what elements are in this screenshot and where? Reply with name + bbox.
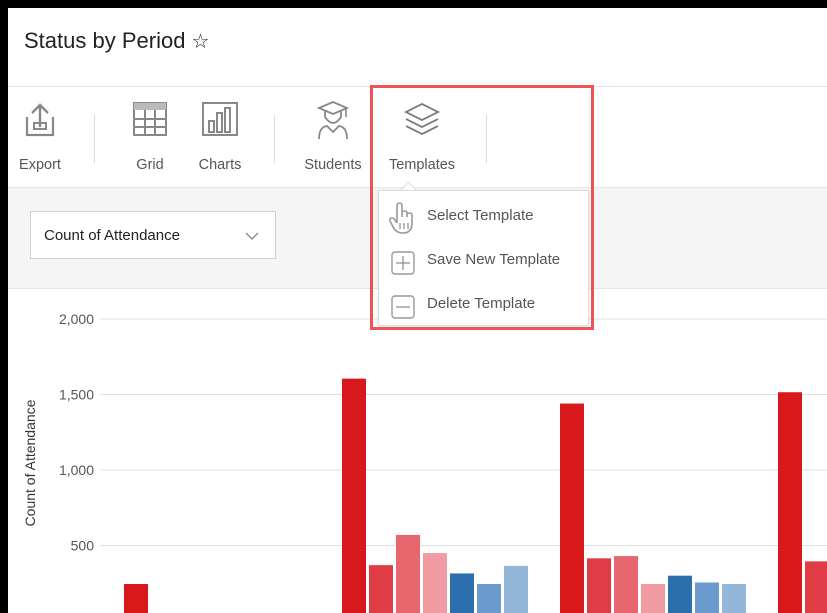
select-template-label: Select Template xyxy=(427,207,534,224)
layers-icon xyxy=(403,102,441,136)
measure-dropdown-value: Count of Attendance xyxy=(44,227,180,244)
chart-area: 2,0001,5001,0005000Count of Attendance xyxy=(8,289,827,613)
delete-template-label: Delete Template xyxy=(427,295,536,312)
grid-label: Grid xyxy=(136,157,164,173)
delete-template-item[interactable]: Delete Template xyxy=(379,283,588,323)
toolbar: Export Grid Charts Students Templates xyxy=(8,87,827,188)
students-label: Students xyxy=(304,157,362,173)
save-new-template-item[interactable]: Save New Template xyxy=(379,239,588,279)
bar-chart-icon xyxy=(202,102,238,136)
chart-bar xyxy=(641,584,665,613)
minus-box-icon xyxy=(391,295,415,319)
page-title: Status by Period ☆ xyxy=(24,28,209,54)
charts-label: Charts xyxy=(198,157,242,173)
students-button[interactable]: Students xyxy=(298,87,368,187)
chart-bar xyxy=(504,565,528,613)
templates-menu: Select Template Save New Template Delete… xyxy=(378,190,589,326)
chevron-down-icon xyxy=(245,232,259,240)
chart-bar xyxy=(423,553,447,613)
charts-button[interactable]: Charts xyxy=(190,87,250,187)
y-axis-title: Count of Attendance xyxy=(22,399,38,526)
chart-bar xyxy=(124,584,148,613)
chart-bar xyxy=(614,556,638,613)
export-icon xyxy=(25,103,55,137)
chart-bar xyxy=(722,584,746,613)
y-tick-label: 1,500 xyxy=(59,387,94,403)
hand-pointer-icon xyxy=(388,202,413,234)
chart-bar xyxy=(805,561,827,613)
export-button[interactable]: Export xyxy=(10,87,70,187)
chart-bar xyxy=(396,534,420,613)
chart-bar xyxy=(342,378,366,613)
chart-bar xyxy=(369,565,393,613)
plus-box-icon xyxy=(391,251,415,275)
grid-icon xyxy=(133,102,167,136)
grid-button[interactable]: Grid xyxy=(120,87,180,187)
y-tick-label: 1,000 xyxy=(59,462,94,478)
toolbar-separator xyxy=(274,115,275,163)
chart-bar xyxy=(778,392,802,613)
attendance-chart: 2,0001,5001,0005000Count of Attendance xyxy=(22,311,827,613)
save-new-template-label: Save New Template xyxy=(427,251,561,268)
chart-bar xyxy=(477,584,501,613)
templates-label: Templates xyxy=(388,157,456,173)
export-label: Export xyxy=(19,157,61,173)
toolbar-separator xyxy=(94,115,95,163)
app-window: Status by Period ☆ Export Grid Charts St… xyxy=(8,8,827,613)
header: Status by Period ☆ xyxy=(8,8,827,87)
y-tick-label: 500 xyxy=(71,538,95,554)
graduate-icon xyxy=(316,101,350,140)
toolbar-separator xyxy=(486,115,487,163)
templates-button[interactable]: Templates xyxy=(380,87,464,187)
chart-bar xyxy=(695,582,719,613)
select-template-item[interactable]: Select Template xyxy=(379,195,588,235)
chart-bar xyxy=(450,573,474,613)
measure-dropdown[interactable]: Count of Attendance xyxy=(30,211,276,259)
chart-bar xyxy=(560,403,584,613)
chart-bar xyxy=(668,575,692,613)
star-outline-icon[interactable]: ☆ xyxy=(191,31,209,53)
y-tick-label: 2,000 xyxy=(59,311,94,327)
page-title-text: Status by Period xyxy=(24,28,186,53)
chart-bar xyxy=(587,558,611,613)
